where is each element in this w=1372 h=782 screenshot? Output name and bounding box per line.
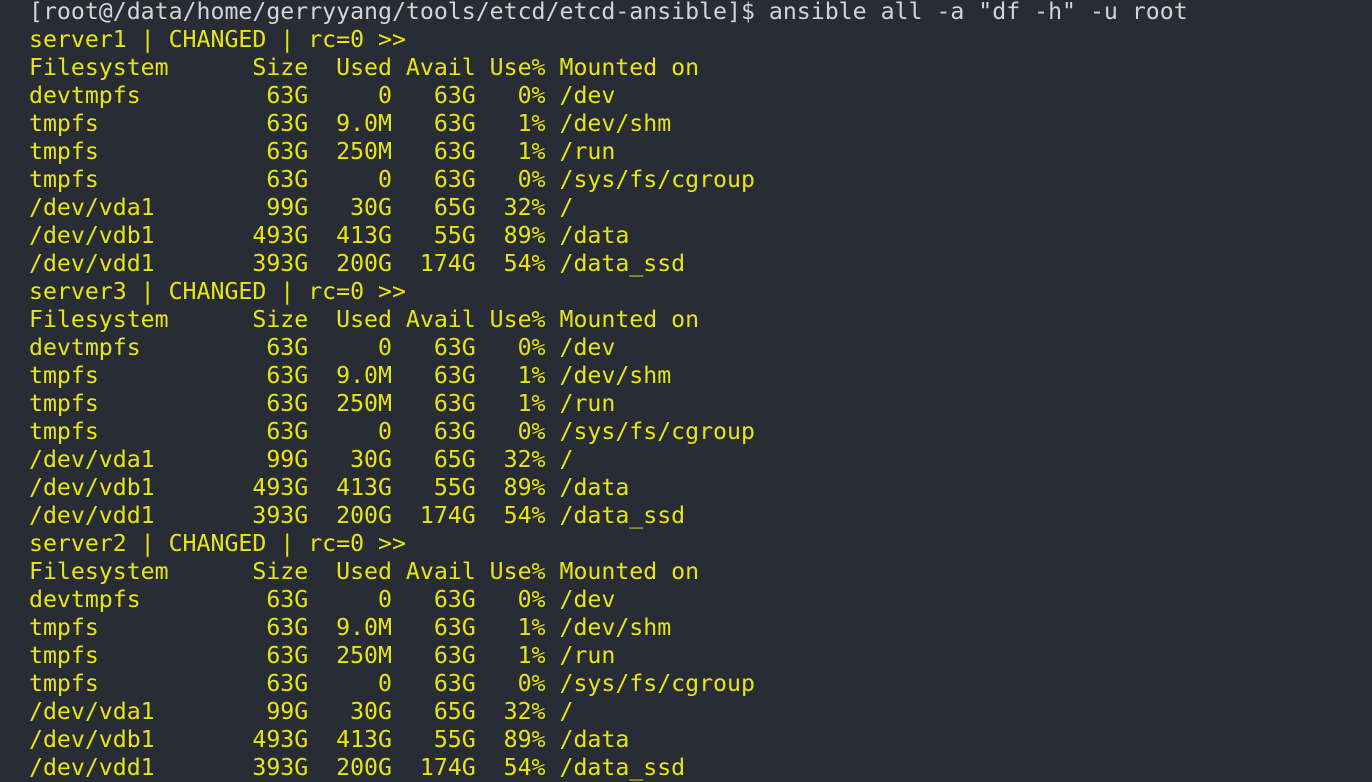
host-header: server1 | CHANGED | rc=0 >> (29, 26, 406, 53)
filesystem-row: /dev/vda1 99G 30G 65G 32% / (29, 698, 574, 725)
command-prompt-line: [root@/data/home/gerryyang/tools/etcd/et… (29, 0, 1188, 25)
column-header-row: Filesystem Size Used Avail Use% Mounted … (29, 558, 700, 585)
terminal-output[interactable]: [root@/data/home/gerryyang/tools/etcd/et… (29, 0, 1188, 782)
filesystem-row: tmpfs 63G 0 63G 0% /sys/fs/cgroup (29, 670, 755, 697)
filesystem-row: tmpfs 63G 0 63G 0% /sys/fs/cgroup (29, 166, 755, 193)
filesystem-row: /dev/vdb1 493G 413G 55G 89% /data (29, 222, 630, 249)
filesystem-row: /dev/vdb1 493G 413G 55G 89% /data (29, 474, 630, 501)
filesystem-row: tmpfs 63G 0 63G 0% /sys/fs/cgroup (29, 418, 755, 445)
host-header: server2 | CHANGED | rc=0 >> (29, 530, 406, 557)
filesystem-row: devtmpfs 63G 0 63G 0% /dev (29, 586, 616, 613)
column-header-row: Filesystem Size Used Avail Use% Mounted … (29, 306, 700, 333)
filesystem-row: /dev/vdd1 393G 200G 174G 54% /data_ssd (29, 502, 686, 529)
filesystem-row: tmpfs 63G 250M 63G 1% /run (29, 642, 616, 669)
filesystem-row: /dev/vdd1 393G 200G 174G 54% /data_ssd (29, 250, 686, 277)
filesystem-row: /dev/vda1 99G 30G 65G 32% / (29, 446, 574, 473)
filesystem-row: tmpfs 63G 9.0M 63G 1% /dev/shm (29, 110, 672, 137)
filesystem-row: tmpfs 63G 250M 63G 1% /run (29, 138, 616, 165)
filesystem-row: /dev/vdd1 393G 200G 174G 54% /data_ssd (29, 754, 686, 781)
filesystem-row: /dev/vdb1 493G 413G 55G 89% /data (29, 726, 630, 753)
host-header: server3 | CHANGED | rc=0 >> (29, 278, 406, 305)
filesystem-row: tmpfs 63G 250M 63G 1% /run (29, 390, 616, 417)
filesystem-row: devtmpfs 63G 0 63G 0% /dev (29, 334, 616, 361)
filesystem-row: devtmpfs 63G 0 63G 0% /dev (29, 82, 616, 109)
filesystem-row: tmpfs 63G 9.0M 63G 1% /dev/shm (29, 362, 672, 389)
filesystem-row: tmpfs 63G 9.0M 63G 1% /dev/shm (29, 614, 672, 641)
host-results: server1 | CHANGED | rc=0 >> Filesystem Si… (29, 26, 1188, 782)
filesystem-row: /dev/vda1 99G 30G 65G 32% / (29, 194, 574, 221)
column-header-row: Filesystem Size Used Avail Use% Mounted … (29, 54, 700, 81)
